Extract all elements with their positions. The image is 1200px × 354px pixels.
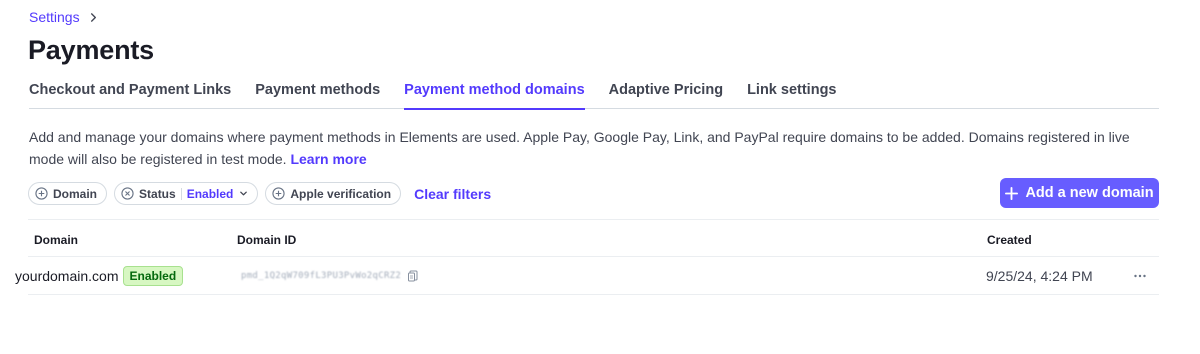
chip-divider bbox=[180, 187, 182, 200]
created-cell: 9/25/24, 4:24 PM bbox=[986, 257, 1093, 295]
created-date: 9/25/24, 4:24 PM bbox=[986, 268, 1093, 284]
table-row[interactable]: yourdomain.com Enabled pmd_1Q2qW709fL3PU… bbox=[15, 257, 1159, 295]
chevron-right-icon bbox=[90, 12, 96, 22]
tab-checkout-and-payment-links[interactable]: Checkout and Payment Links bbox=[29, 82, 231, 109]
add-new-domain-button[interactable]: Add a new domain bbox=[1000, 178, 1159, 208]
description-text: Add and manage your domains where paymen… bbox=[29, 129, 1130, 167]
learn-more-link[interactable]: Learn more bbox=[290, 151, 366, 167]
column-header-domain-id: Domain ID bbox=[237, 233, 297, 247]
plus-circle-icon bbox=[35, 187, 48, 200]
chevron-down-icon bbox=[240, 191, 248, 196]
tab-link-settings[interactable]: Link settings bbox=[747, 82, 836, 109]
apple-verification-filter-chip[interactable]: Apple verification bbox=[265, 182, 402, 205]
tab-payment-method-domains[interactable]: Payment method domains bbox=[404, 82, 586, 110]
domain-filter-chip[interactable]: Domain bbox=[28, 182, 108, 205]
row-actions-cell bbox=[1132, 257, 1148, 295]
plus-icon bbox=[1005, 186, 1019, 200]
add-new-domain-label: Add a new domain bbox=[1025, 185, 1154, 201]
tab-bar: Checkout and Payment Links Payment metho… bbox=[29, 82, 1159, 110]
column-header-domain: Domain bbox=[34, 233, 79, 247]
domain-filter-label: Domain bbox=[53, 186, 98, 201]
breadcrumb: Settings bbox=[29, 9, 98, 25]
breadcrumb-settings-link[interactable]: Settings bbox=[29, 9, 80, 25]
domain-cell: yourdomain.com Enabled bbox=[15, 257, 184, 295]
column-header-created: Created bbox=[987, 233, 1032, 247]
status-filter-value: Enabled bbox=[186, 186, 234, 201]
domain-id-value: pmd_1Q2qW709fL3PU3PvWo2qCRZ2 bbox=[241, 271, 402, 281]
page-description: Add and manage your domains where paymen… bbox=[29, 126, 1159, 170]
domains-table: Domain Domain ID Created yourdomain.com … bbox=[15, 219, 1159, 295]
filter-bar: Domain Status Enabled Apple verification… bbox=[28, 182, 491, 205]
status-filter-chip[interactable]: Status Enabled bbox=[114, 182, 259, 205]
status-badge: Enabled bbox=[122, 266, 184, 286]
domain-id-cell: pmd_1Q2qW709fL3PU3PvWo2qCRZ2 bbox=[241, 257, 419, 295]
clear-filters-button[interactable]: Clear filters bbox=[414, 186, 491, 202]
domain-name[interactable]: yourdomain.com bbox=[15, 268, 119, 284]
tab-adaptive-pricing[interactable]: Adaptive Pricing bbox=[609, 82, 723, 109]
table-header: Domain Domain ID Created bbox=[28, 219, 1159, 257]
copy-icon[interactable] bbox=[407, 270, 419, 282]
apple-verification-filter-label: Apple verification bbox=[290, 186, 392, 201]
x-circle-icon[interactable] bbox=[121, 187, 134, 200]
more-horizontal-icon[interactable] bbox=[1132, 268, 1148, 284]
tab-payment-methods[interactable]: Payment methods bbox=[255, 82, 380, 109]
status-filter-label: Status bbox=[139, 186, 176, 201]
page-title: Payments bbox=[28, 35, 154, 65]
plus-circle-icon bbox=[272, 187, 286, 200]
